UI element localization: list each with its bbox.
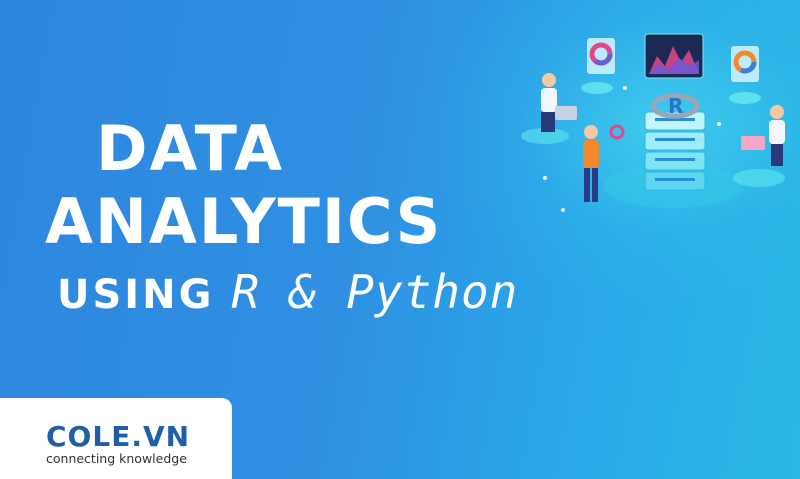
headline-line-2: ANALYTICS <box>45 185 443 258</box>
headline-r-python: R & Python <box>231 265 519 319</box>
brand-logo[interactable]: COLE.VN <box>46 420 190 453</box>
server-stack <box>644 111 706 191</box>
donut-chart-icon <box>731 46 759 82</box>
headline-using: USING <box>57 272 215 318</box>
person-laptop-icon <box>741 105 785 166</box>
donut-chart-icon <box>587 38 615 74</box>
chart-screen-icon <box>644 33 704 79</box>
headline-line-3: USING R & Python <box>57 265 518 319</box>
headline-line-1: DATA <box>96 112 285 185</box>
person-laptop-icon <box>541 73 577 132</box>
brand-tagline: connecting knowledge <box>46 451 187 466</box>
data-analytics-illustration: R <box>521 33 785 212</box>
r-logo-icon: R <box>668 94 683 118</box>
